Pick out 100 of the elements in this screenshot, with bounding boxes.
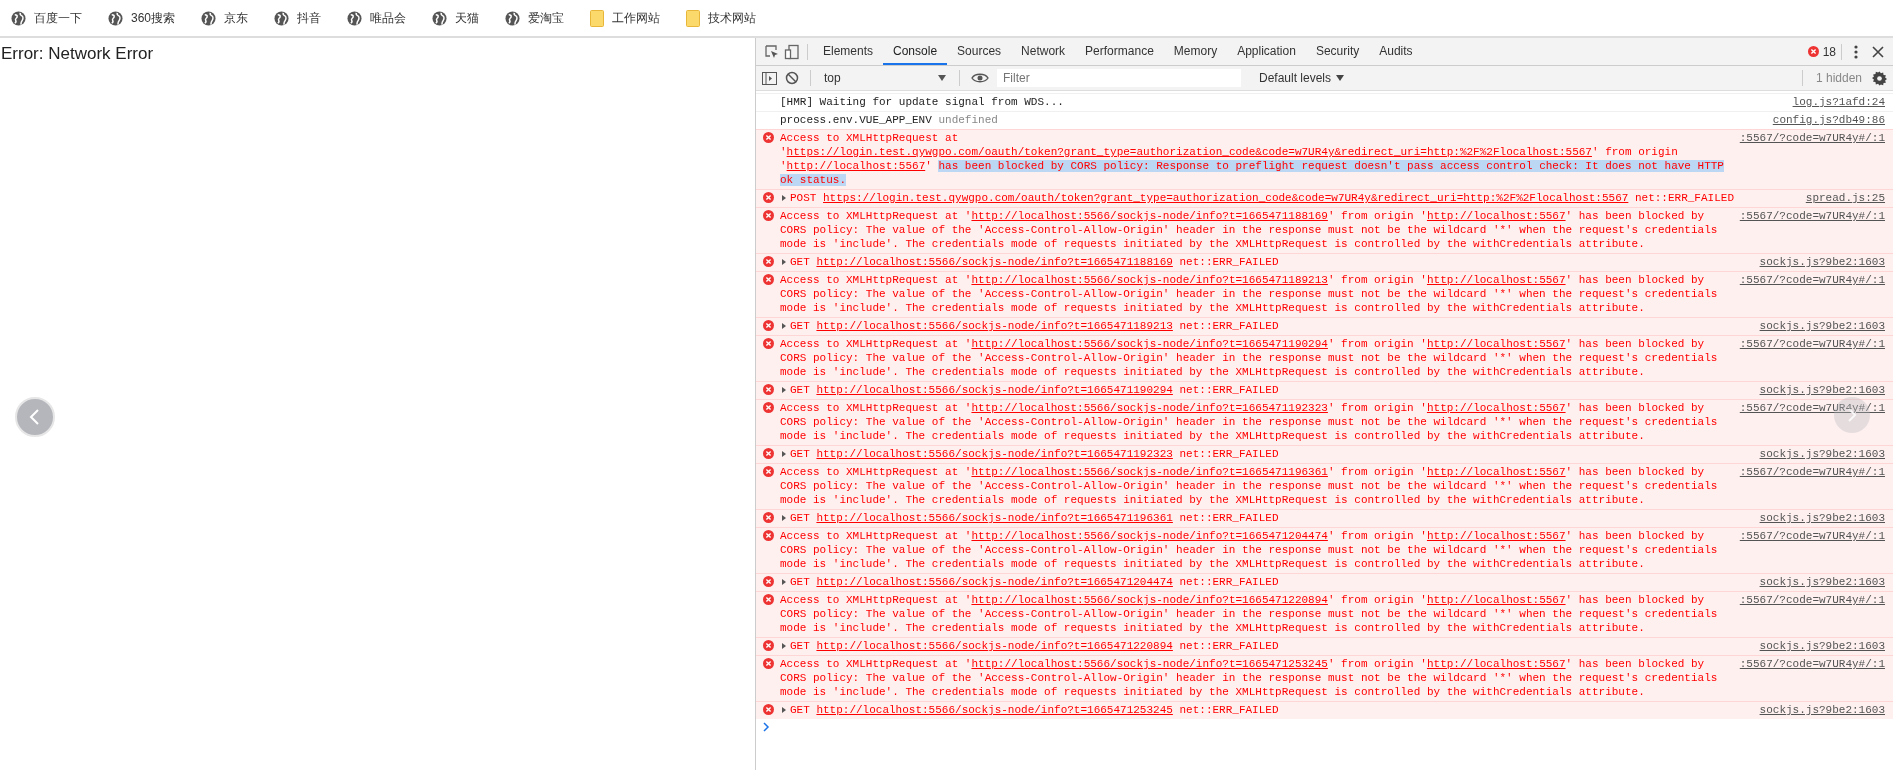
devtools-tab[interactable]: Security	[1305, 38, 1370, 65]
folder-icon	[686, 9, 701, 27]
link[interactable]: http://localhost:5566/sockjs-node/info?t=1665471204474	[816, 576, 1173, 588]
message-text: process.env.VUE_APP_ENV undefined	[780, 113, 999, 127]
source-link[interactable]: sockjs.js?9be2:1603	[1759, 575, 1885, 589]
error-icon	[762, 274, 774, 285]
devtools-tab[interactable]: Audits	[1369, 38, 1423, 65]
error-icon	[1807, 46, 1819, 57]
link[interactable]: https://login.test.qywgpo.com/oauth/token?grant_type=authorization_code&code=w7UR4y&redirect_uri=http:%2F%2Flocalhost:5567	[823, 192, 1629, 204]
link[interactable]: http://localhost:5566/sockjs-node/info?t=1665471188169	[816, 256, 1173, 268]
source-link[interactable]: :5567/?code=w7UR4y#/:1	[1739, 337, 1885, 351]
link[interactable]: http://localhost:5566/sockjs-node/info?t=1665471220894	[816, 640, 1173, 652]
devtools-tab[interactable]: Sources	[947, 38, 1012, 65]
link[interactable]: http://localhost:5567	[1426, 530, 1566, 542]
clear-icon[interactable]	[783, 69, 801, 87]
message-text: Access to XMLHttpRequest at 'http://localhost:5566/sockjs-node/info?t=1665471196361' from origin 'http://localhost:5567' has been blocked by CORS policy: The value of the 'Access-Control-Allow-Origin' header in the response must not be the wildcard '*' when the request's credentials mode is 'include'. The credentials mode of requests initiated by the XMLHttpRequest is controlled by the withCredentials attribute.	[780, 465, 1719, 507]
source-link[interactable]: :5567/?code=w7UR4y#/:1	[1739, 273, 1885, 287]
devtools-tab[interactable]: Memory	[1163, 38, 1228, 65]
link[interactable]: http://localhost:5566/sockjs-node/info?t=1665471189213	[816, 320, 1173, 332]
devtools-tab[interactable]: Network	[1011, 38, 1076, 65]
bookmark[interactable]: 京东	[198, 7, 252, 29]
link[interactable]: http://localhost:5567	[1426, 402, 1566, 414]
link[interactable]: http://localhost:5566/sockjs-node/info?t=1665471190294	[816, 384, 1173, 396]
context-dropdown[interactable]: top	[820, 71, 950, 85]
expand-arrow-icon[interactable]	[780, 258, 788, 266]
message-text: POST https://login.test.qywgpo.com/oauth/token?grant_type=authorization_code&code=w7UR4y&redirect_uri=http:%2F%2Flocalhost:5567 net::ERR_FAILED	[790, 191, 1735, 205]
globe-icon	[432, 10, 448, 26]
expand-arrow-icon[interactable]	[780, 322, 788, 330]
expand-arrow-icon[interactable]	[780, 642, 788, 650]
message-text: GET http://localhost:5566/sockjs-node/info?t=1665471192323 net::ERR_FAILED	[790, 447, 1280, 461]
globe-icon	[505, 10, 521, 26]
link[interactable]: http://localhost:5567	[1426, 274, 1566, 286]
source-link[interactable]: sockjs.js?9be2:1603	[1759, 255, 1885, 269]
source-link[interactable]: sockjs.js?9be2:1603	[1759, 319, 1885, 333]
error-icon	[762, 594, 774, 605]
globe-icon	[201, 10, 217, 26]
link[interactable]: http://localhost:5566/sockjs-node/info?t=1665471196361	[816, 512, 1173, 524]
link[interactable]: http://localhost:5566/sockjs-node/info?t=1665471192323	[816, 448, 1173, 460]
levels-dropdown[interactable]: Default levels	[1253, 70, 1351, 86]
link[interactable]: http://localhost:5566/sockjs-node/info?t=1665471196361	[971, 466, 1328, 478]
source-link[interactable]: :5567/?code=w7UR4y#/:1	[1739, 657, 1885, 671]
bookmark-folder[interactable]: 工作网站	[587, 7, 664, 29]
link[interactable]: http://localhost:5566/sockjs-node/info?t=1665471220894	[971, 594, 1328, 606]
link[interactable]: http://localhost:5567	[1426, 210, 1566, 222]
bookmark[interactable]: 抖音	[271, 7, 325, 29]
error-message: Error: Network Error	[0, 43, 154, 64]
source-link[interactable]: :5567/?code=w7UR4y#/:1	[1739, 529, 1885, 543]
expand-arrow-icon[interactable]	[780, 514, 788, 522]
bookmark[interactable]: 爱淘宝	[502, 7, 568, 29]
devtools-tab[interactable]: Application	[1227, 38, 1306, 65]
devtools-tab[interactable]: Performance	[1075, 38, 1164, 65]
message-text: GET http://localhost:5566/sockjs-node/info?t=1665471196361 net::ERR_FAILED	[790, 511, 1280, 525]
link[interactable]: http://localhost:5566/sockjs-node/info?t=1665471190294	[971, 338, 1328, 350]
folder-icon	[590, 9, 605, 27]
filter-field[interactable]: Filter	[997, 69, 1241, 87]
link[interactable]: http://localhost:5566/sockjs-node/info?t=1665471253245	[816, 704, 1173, 716]
link[interactable]: https://login.test.qywgpo.com/oauth/token?grant_type=authorization_code&code=w7UR4y&redirect_uri=http:%2F%2Flocalhost:5567	[786, 146, 1592, 158]
link[interactable]: http://localhost:5566/sockjs-node/info?t=1665471188169	[971, 210, 1328, 222]
source-link[interactable]: :5567/?code=w7UR4y#/:1	[1739, 465, 1885, 479]
source-link[interactable]: sockjs.js?9be2:1603	[1759, 703, 1885, 717]
link[interactable]: http://localhost:5566/sockjs-node/info?t=1665471189213	[971, 274, 1328, 286]
sidebar-toggle-icon[interactable]	[760, 69, 779, 87]
source-link[interactable]: :5567/?code=w7UR4y#/:1	[1739, 131, 1885, 145]
source-link[interactable]: sockjs.js?9be2:1603	[1759, 383, 1885, 397]
bookmark-folder[interactable]: 技术网站	[683, 7, 760, 29]
error-counter[interactable]: 18	[1807, 44, 1836, 59]
link[interactable]: http://localhost:5567	[1426, 338, 1566, 350]
message-text: Access to XMLHttpRequest at 'http://localhost:5566/sockjs-node/info?t=1665471253245' from origin 'http://localhost:5567' has been blocked by CORS policy: The value of the 'Access-Control-Allow-Origin' header in the response must not be the wildcard '*' when the request's credentials mode is 'include'. The credentials mode of requests initiated by the XMLHttpRequest is controlled by the withCredentials attribute.	[780, 657, 1719, 699]
devtools-tab[interactable]: Elements	[813, 38, 884, 65]
link[interactable]: http://localhost:5567	[1426, 466, 1566, 478]
source-link[interactable]: sockjs.js?9be2:1603	[1759, 511, 1885, 525]
source-link[interactable]: sockjs.js?9be2:1603	[1759, 639, 1885, 653]
prompt-icon[interactable]	[762, 722, 770, 732]
error-icon	[762, 466, 774, 477]
error-icon	[762, 512, 774, 523]
link[interactable]: http://localhost:5566/sockjs-node/info?t=1665471204474	[971, 530, 1328, 542]
source-link[interactable]: :5567/?code=w7UR4y#/:1	[1739, 593, 1885, 607]
link[interactable]: http://localhost:5567	[786, 160, 926, 172]
bookmark[interactable]: 360搜索	[105, 7, 179, 29]
bookmark[interactable]: 天猫	[429, 7, 483, 29]
link[interactable]: http://localhost:5566/sockjs-node/info?t=1665471253245	[971, 658, 1328, 670]
globe-icon	[274, 10, 290, 26]
settings-icon[interactable]	[1870, 68, 1889, 88]
expand-arrow-icon[interactable]	[780, 194, 788, 202]
source-link[interactable]: config.js?db49:86	[1772, 113, 1885, 127]
source-link[interactable]: :5567/?code=w7UR4y#/:1	[1739, 209, 1885, 223]
source-link[interactable]: :5567/?code=w7UR4y#/:1	[1739, 401, 1885, 415]
source-link[interactable]: sockjs.js?9be2:1603	[1759, 447, 1885, 461]
expand-arrow-icon[interactable]	[780, 386, 788, 394]
link[interactable]: http://localhost:5567	[1426, 594, 1566, 606]
link[interactable]: http://localhost:5566/sockjs-node/info?t=1665471192323	[971, 402, 1328, 414]
source-link[interactable]: log.js?1afd:24	[1792, 95, 1885, 109]
expand-arrow-icon[interactable]	[780, 706, 788, 714]
expand-arrow-icon[interactable]	[780, 450, 788, 458]
bookmark[interactable]: 百度一下	[8, 7, 85, 29]
bookmark[interactable]: 唯品会	[344, 7, 410, 29]
link[interactable]: http://localhost:5567	[1426, 658, 1566, 670]
expand-arrow-icon[interactable]	[780, 578, 788, 586]
message-text: [HMR] Waiting for update signal from WDS...	[780, 95, 1065, 109]
source-link[interactable]: spread.js:25	[1805, 191, 1885, 205]
